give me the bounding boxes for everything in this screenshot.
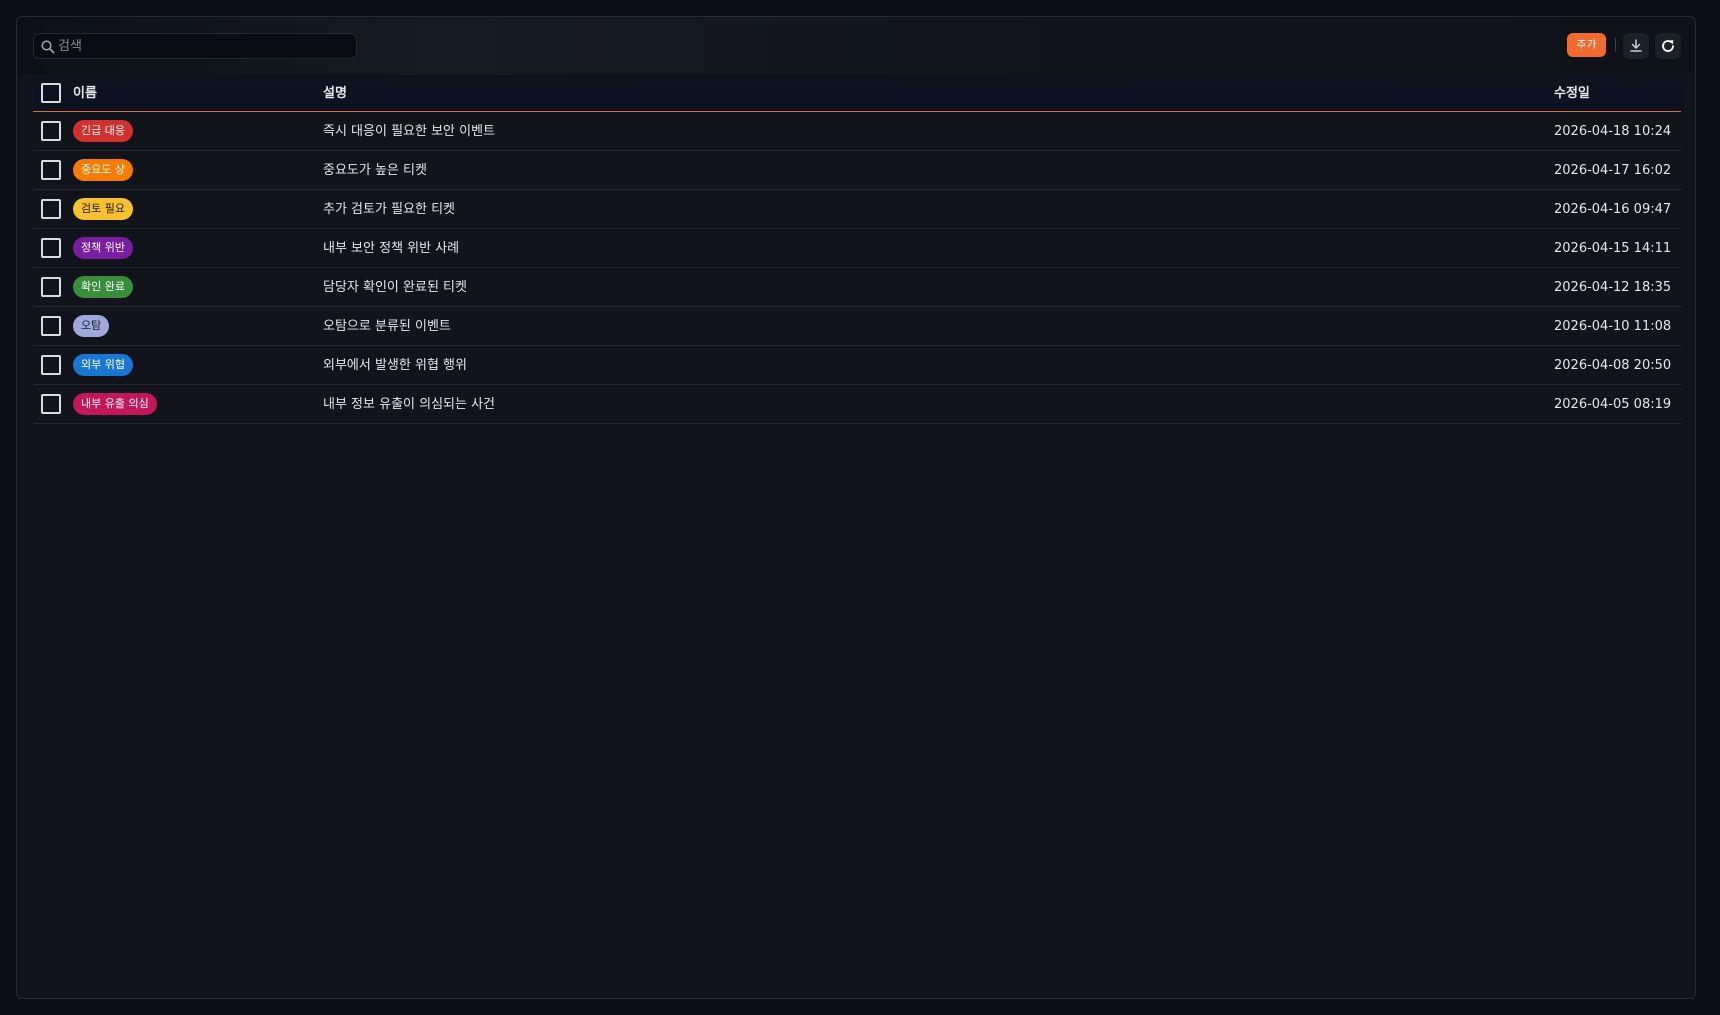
row-description: 외부에서 발생한 위협 행위: [323, 358, 467, 373]
row-checkbox[interactable]: [41, 238, 61, 258]
search-icon: [41, 40, 55, 54]
tag-list-panel: 추가 이름 설명 수정일 긴급 대응 즉시 대응이 필요한 보안 이벤트 2: [16, 16, 1696, 999]
row-checkbox[interactable]: [41, 355, 61, 375]
add-button[interactable]: 추가: [1567, 33, 1606, 57]
row-modified-date: 2026-04-17 16:02: [1554, 163, 1672, 178]
table-row[interactable]: 외부 위협 외부에서 발생한 위협 행위 2026-04-08 20:50: [33, 346, 1681, 385]
table-row[interactable]: 긴급 대응 즉시 대응이 필요한 보안 이벤트 2026-04-18 10:24: [33, 112, 1681, 151]
refresh-button[interactable]: [1655, 33, 1681, 59]
download-icon: [1630, 39, 1642, 52]
table-body: 긴급 대응 즉시 대응이 필요한 보안 이벤트 2026-04-18 10:24…: [33, 112, 1681, 424]
tag-badge: 오탐: [73, 315, 110, 337]
table-row[interactable]: 확인 완료 담당자 확인이 완료된 티켓 2026-04-12 18:35: [33, 268, 1681, 307]
row-modified-date: 2026-04-15 14:11: [1554, 241, 1672, 256]
table-row[interactable]: 중요도 상 중요도가 높은 티켓 2026-04-17 16:02: [33, 151, 1681, 190]
row-description: 내부 보안 정책 위반 사례: [323, 241, 460, 256]
tag-badge: 정책 위반: [73, 237, 133, 259]
row-checkbox[interactable]: [41, 316, 61, 336]
row-description: 추가 검토가 필요한 티켓: [323, 202, 455, 217]
tag-badge: 검토 필요: [73, 198, 133, 220]
search-box: [33, 33, 357, 59]
row-modified-date: 2026-04-16 09:47: [1554, 202, 1672, 217]
row-modified-date: 2026-04-08 20:50: [1554, 358, 1672, 373]
row-modified-date: 2026-04-18 10:24: [1554, 124, 1672, 139]
tag-badge: 외부 위협: [73, 354, 133, 376]
toolbar-divider: [1615, 38, 1616, 52]
row-checkbox[interactable]: [41, 160, 61, 180]
column-header-description[interactable]: 설명: [323, 75, 347, 112]
tag-badge: 확인 완료: [73, 276, 133, 298]
row-description: 오탐으로 분류된 이벤트: [323, 319, 451, 334]
toolbar: 추가: [17, 17, 1695, 75]
row-modified-date: 2026-04-10 11:08: [1554, 319, 1672, 334]
table-row[interactable]: 정책 위반 내부 보안 정책 위반 사례 2026-04-15 14:11: [33, 229, 1681, 268]
row-description: 중요도가 높은 티켓: [323, 163, 427, 178]
select-all-checkbox[interactable]: [41, 83, 61, 103]
download-button[interactable]: [1623, 33, 1649, 59]
search-input[interactable]: [58, 34, 352, 58]
tag-table: 이름 설명 수정일 긴급 대응 즉시 대응이 필요한 보안 이벤트 2026-0…: [33, 75, 1681, 424]
row-description: 내부 정보 유출이 의심되는 사건: [323, 397, 496, 412]
table-row[interactable]: 오탐 오탐으로 분류된 이벤트 2026-04-10 11:08: [33, 307, 1681, 346]
column-header-name[interactable]: 이름: [73, 75, 97, 112]
table-header: 이름 설명 수정일: [33, 75, 1681, 112]
row-modified-date: 2026-04-05 08:19: [1554, 397, 1672, 412]
table-row[interactable]: 검토 필요 추가 검토가 필요한 티켓 2026-04-16 09:47: [33, 190, 1681, 229]
row-checkbox[interactable]: [41, 394, 61, 414]
refresh-icon: [1662, 40, 1674, 52]
row-checkbox[interactable]: [41, 277, 61, 297]
row-checkbox[interactable]: [41, 121, 61, 141]
row-modified-date: 2026-04-12 18:35: [1554, 280, 1672, 295]
tag-badge: 내부 유출 의심: [73, 393, 157, 415]
column-header-modified[interactable]: 수정일: [1554, 75, 1590, 112]
row-description: 즉시 대응이 필요한 보안 이벤트: [323, 124, 496, 139]
tag-badge: 중요도 상: [73, 159, 133, 181]
row-description: 담당자 확인이 완료된 티켓: [323, 280, 467, 295]
row-checkbox[interactable]: [41, 199, 61, 219]
table-row[interactable]: 내부 유출 의심 내부 정보 유출이 의심되는 사건 2026-04-05 08…: [33, 385, 1681, 424]
tag-badge: 긴급 대응: [73, 120, 133, 142]
